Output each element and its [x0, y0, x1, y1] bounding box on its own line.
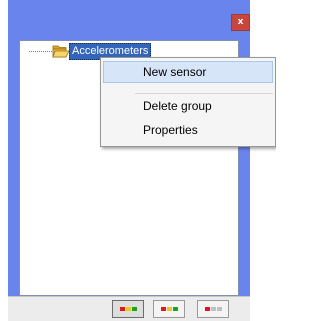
toolbar-button-2[interactable] — [153, 300, 185, 318]
close-icon: x — [237, 17, 244, 27]
screen: x Accelerometers New sensor Delete group… — [0, 0, 276, 321]
tree-connector-line — [29, 51, 52, 52]
menu-item-delete-group[interactable]: Delete group — [103, 95, 273, 117]
status-leds-icon — [161, 307, 178, 311]
context-menu: New sensor Delete group Properties — [100, 57, 276, 147]
bottom-toolbar — [8, 296, 250, 321]
status-leds-icon — [205, 307, 222, 311]
menu-item-properties[interactable]: Properties — [103, 119, 273, 141]
menu-item-new-sensor[interactable]: New sensor — [103, 61, 273, 83]
toolbar-button-1[interactable] — [112, 300, 144, 318]
status-leds-icon — [120, 307, 137, 311]
toolbar-button-3[interactable] — [197, 300, 229, 318]
menu-separator — [135, 93, 273, 94]
close-button[interactable]: x — [231, 14, 250, 31]
folder-open-icon — [52, 45, 70, 58]
